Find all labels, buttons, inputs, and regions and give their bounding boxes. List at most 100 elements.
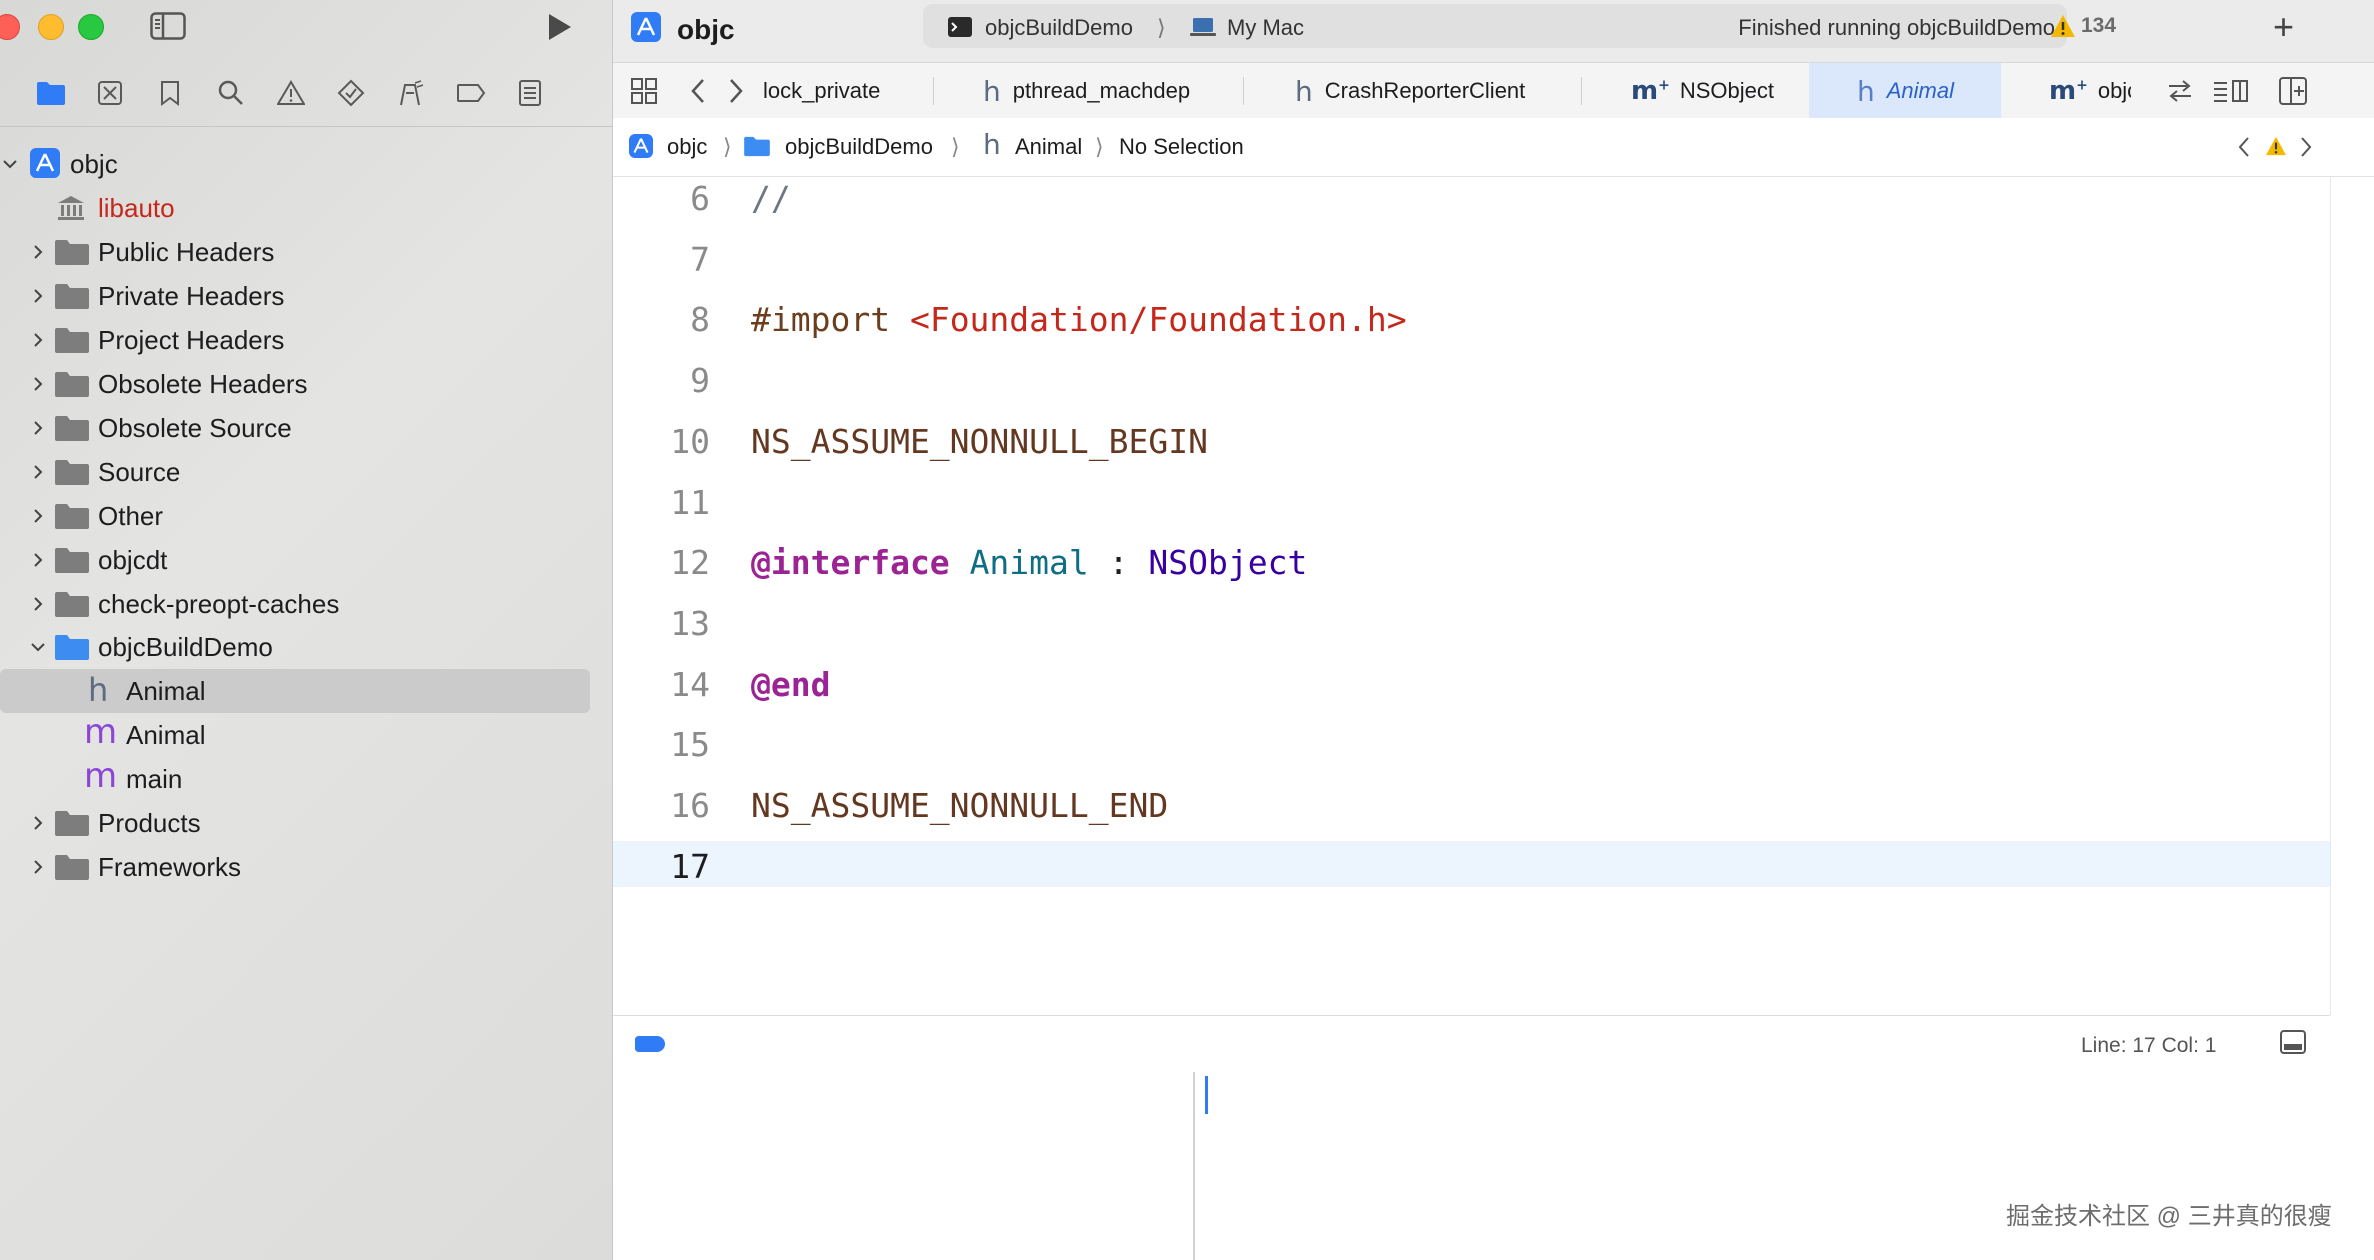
search-icon[interactable] [216,78,246,108]
line-number: 12 [670,543,710,583]
related-items-icon[interactable] [631,78,657,109]
tree-item-products[interactable]: Products [0,801,600,845]
preprocessor-token: #import [751,300,891,340]
run-button[interactable] [544,12,574,42]
code-line[interactable]: 15 [613,719,2330,765]
report-navigator-icon[interactable] [515,78,545,108]
macro-token: NS_ASSUME_NONNULL_BEGIN [751,421,1208,461]
tree-item-private-headers[interactable]: Private Headers [0,274,600,318]
scheme-selector[interactable]: objcBuildDemo [985,15,1133,41]
code-text: #import <Foundation/Foundation.h> [751,300,1407,339]
chevron-right-icon[interactable] [28,857,48,877]
jumpbar-project[interactable]: objc [667,134,707,160]
issue-navigator-icon[interactable] [276,78,306,108]
code-line[interactable]: 12 @interface Animal : NSObject [613,537,2330,583]
tree-item-check-preopt-caches[interactable]: check-preopt-caches [0,582,600,626]
sidebar-divider [0,126,612,127]
tree-item-main-m[interactable]: m main [0,757,600,801]
code-line[interactable]: 13 [613,598,2330,644]
tree-item-project-headers[interactable]: Project Headers [0,318,600,362]
tab-objc-o[interactable]: m+ objc-o [2001,63,2131,119]
chevron-down-icon[interactable] [0,154,20,174]
previous-issue-icon[interactable] [2237,136,2251,163]
chevron-right-icon[interactable] [28,506,48,526]
tree-item-animal-m[interactable]: m Animal [0,713,600,757]
console-view[interactable] [1195,1072,2374,1260]
tree-item-obsolete-headers[interactable]: Obsolete Headers [0,362,600,406]
back-arrow-icon[interactable] [689,78,707,109]
chevron-right-icon[interactable] [28,242,48,262]
code-line[interactable]: 14 @end [613,659,2330,705]
code-line[interactable]: 6 // [613,177,2330,219]
warnings-count[interactable]: 134 [2081,14,2116,38]
jumpbar-file[interactable]: Animal [1015,134,1082,160]
tab-pthread-machdep[interactable]: h pthread_machdep [983,63,1263,119]
chevron-right-icon[interactable] [28,374,48,394]
chevron-down-icon[interactable] [28,637,48,657]
add-editor-icon[interactable] [2279,77,2307,110]
warning-icon[interactable] [2265,136,2287,161]
code-line[interactable]: 11 [613,477,2330,523]
tree-label: Obsolete Headers [98,368,308,399]
tree-root-objc[interactable]: objc [0,142,600,186]
tree-label: Frameworks [98,851,242,882]
tree-item-frameworks[interactable]: Frameworks [0,845,600,889]
warning-icon[interactable] [2050,14,2076,43]
chevron-right-icon[interactable] [28,330,48,350]
chevron-right-icon[interactable] [28,550,48,570]
code-line[interactable]: 9 [613,355,2330,401]
tree-item-obsolete-source[interactable]: Obsolete Source [0,406,600,450]
run-destination-selector[interactable]: My Mac [1227,15,1304,41]
tree-item-other[interactable]: Other [0,494,600,538]
next-issue-icon[interactable] [2299,136,2313,163]
chevron-right-icon[interactable] [28,418,48,438]
library-icon [56,194,86,229]
jumpbar-symbol[interactable]: No Selection [1119,134,1244,160]
chevron-right-icon[interactable] [28,462,48,482]
swap-arrows-icon[interactable] [2167,79,2193,108]
breakpoint-navigator-icon[interactable] [456,78,486,108]
line-number: 11 [670,482,710,522]
tree-item-objcbuilddemo[interactable]: objcBuildDemo [0,625,600,669]
sidebar-toggle-icon[interactable] [150,12,186,40]
code-line[interactable]: 7 [613,234,2330,280]
tab-lock-private[interactable]: lock_private [763,63,931,119]
breakpoints-toggle-icon[interactable] [635,1036,665,1052]
code-line[interactable]: 17 [613,840,2330,887]
source-control-navigator-icon[interactable] [95,78,125,108]
tree-item-public-headers[interactable]: Public Headers [0,230,600,274]
tree-item-animal-h[interactable]: h Animal [0,669,590,713]
minimize-window-button[interactable] [38,14,64,40]
string-token: <Foundation/Foundation.h> [909,300,1407,340]
code-text: NS_ASSUME_NONNULL_END [751,786,1168,825]
code-line[interactable]: 16 NS_ASSUME_NONNULL_END [613,780,2330,826]
source-editor[interactable]: 6 // 7 8 #import <Foundation/Foundation.h> 9 1… [613,177,2330,1015]
m-plus-glyph: m [2049,76,2077,106]
tab-animal-active[interactable]: h Animal [1809,63,2001,119]
project-navigator-icon[interactable] [36,78,66,108]
tab-crashreporterclient[interactable]: h CrashReporterClient [1295,63,1605,119]
tree-item-objcdt[interactable]: objcdt [0,538,600,582]
debug-area-toggle-icon[interactable] [2280,1030,2306,1054]
test-navigator-icon[interactable] [336,78,366,108]
editor-options-icon[interactable] [2213,79,2249,108]
variables-view[interactable] [613,1072,1195,1260]
chevron-right-icon[interactable] [28,594,48,614]
code-text: NS_ASSUME_NONNULL_BEGIN [751,422,1208,461]
jumpbar-group[interactable]: objcBuildDemo [785,134,933,160]
chevron-right-icon[interactable] [28,286,48,306]
tree-item-libauto[interactable]: libauto [0,186,600,230]
debug-navigator-icon[interactable] [395,78,425,108]
tree-item-source[interactable]: Source [0,450,600,494]
bookmark-navigator-icon[interactable] [155,78,185,108]
chevron-right-icon[interactable] [28,813,48,833]
macro-token: NS_ASSUME_NONNULL_END [751,786,1169,825]
add-library-button[interactable]: + [2273,6,2294,48]
forward-arrow-icon[interactable] [727,78,745,109]
folder-icon [54,370,90,398]
tab-nsobject[interactable]: m+ NSObject [1631,63,1791,119]
zoom-window-button[interactable] [78,14,104,40]
close-window-button[interactable] [0,14,20,40]
code-line[interactable]: 10 NS_ASSUME_NONNULL_BEGIN [613,416,2330,462]
code-line[interactable]: 8 #import <Foundation/Foundation.h> [613,294,2330,340]
